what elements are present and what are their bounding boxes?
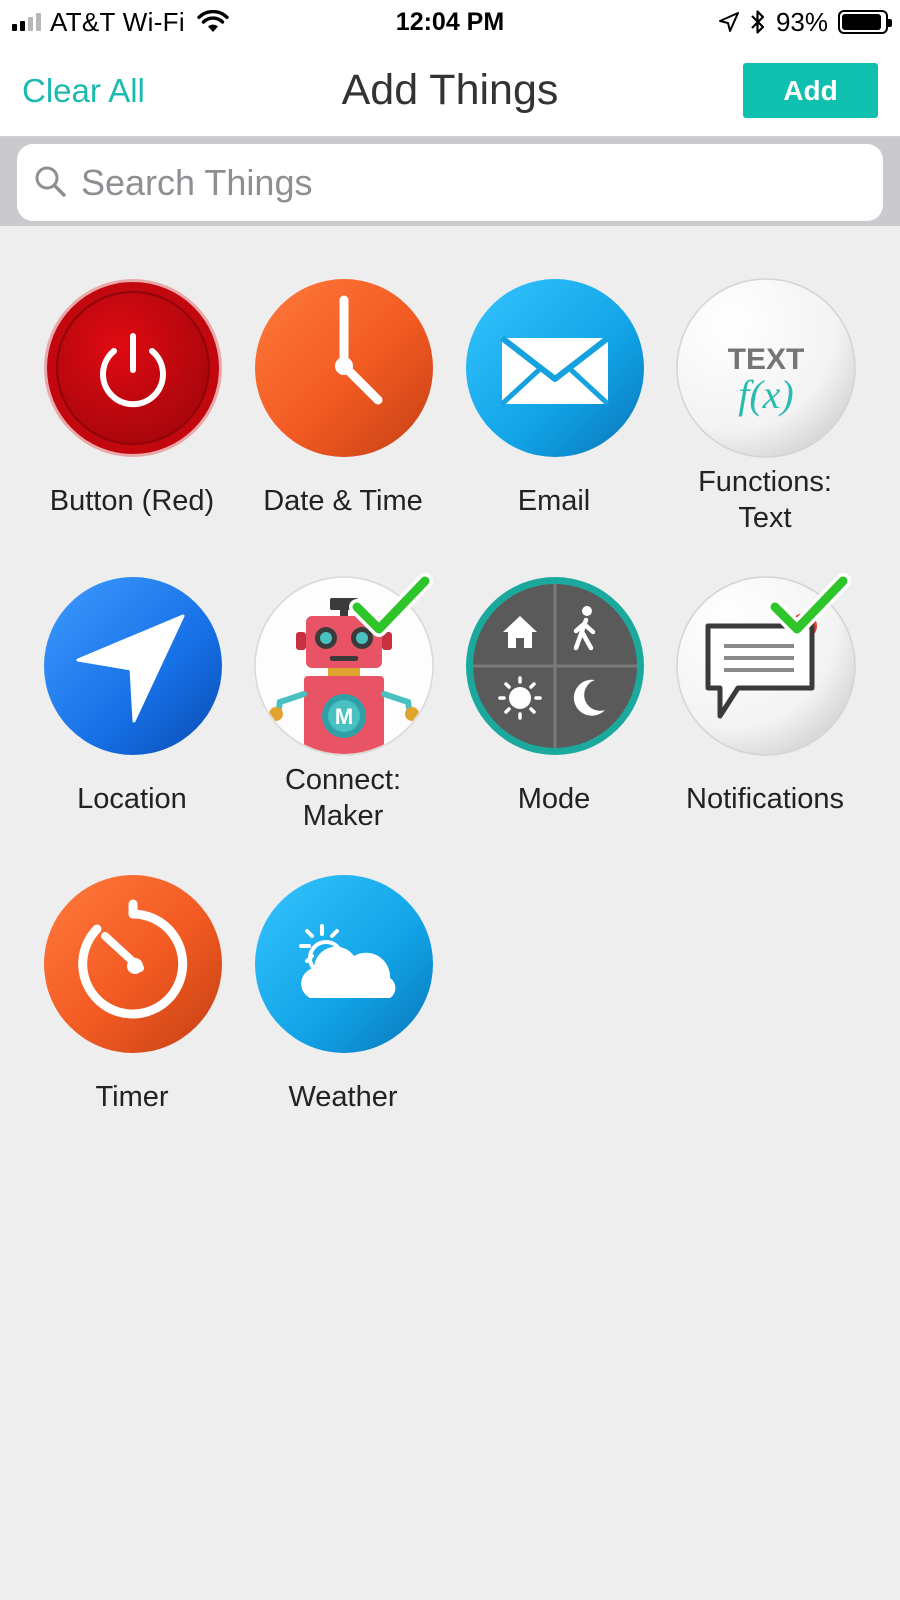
battery-fill xyxy=(842,14,882,30)
weather-cloud-icon xyxy=(254,874,434,1054)
thing-location[interactable]: Location xyxy=(26,576,238,866)
thing-connect-maker[interactable]: M Connect: Maker xyxy=(237,573,449,866)
thing-label: Weather xyxy=(288,1081,398,1113)
thing-email[interactable]: Email xyxy=(448,278,660,568)
thing-label: Date & Time xyxy=(263,485,423,517)
svg-text:M: M xyxy=(335,704,353,729)
thing-timer[interactable]: Timer xyxy=(26,874,238,1164)
thing-weather[interactable]: Weather xyxy=(237,874,449,1164)
battery-icon xyxy=(838,10,892,34)
thing-label: Notifications xyxy=(686,783,844,815)
svg-text:f(x): f(x) xyxy=(738,372,794,417)
location-arrow-icon xyxy=(43,576,223,756)
add-button[interactable]: Add xyxy=(743,63,878,118)
thing-functions-text[interactable]: TEXT f(x) Functions: Text xyxy=(659,278,871,568)
text-function-icon: TEXT f(x) xyxy=(676,278,856,458)
thing-label: Timer xyxy=(95,1081,169,1113)
thing-label: Functions: Text xyxy=(698,466,832,534)
thing-notifications[interactable]: Notifications xyxy=(659,573,871,866)
search-icon xyxy=(35,166,66,197)
clock-icon xyxy=(254,278,434,458)
thing-label: Mode xyxy=(517,783,591,815)
selected-check-icon xyxy=(349,573,433,637)
thing-label: Button (Red) xyxy=(49,485,215,517)
thing-label: Connect: Maker xyxy=(284,764,402,832)
location-services-icon xyxy=(718,12,739,32)
thing-date-time[interactable]: Date & Time xyxy=(237,278,449,568)
status-bar: AT&T Wi-Fi 12:04 PM 93% xyxy=(0,0,900,44)
thing-button-red[interactable]: Button (Red) xyxy=(26,278,238,568)
search-field[interactable] xyxy=(17,144,883,221)
power-button-icon xyxy=(43,278,223,458)
battery-percent: 93% xyxy=(775,6,828,37)
bluetooth-icon xyxy=(751,10,765,34)
envelope-icon xyxy=(465,278,645,458)
thing-label: Email xyxy=(517,485,591,517)
timer-icon xyxy=(43,874,223,1054)
search-bar-container xyxy=(0,138,900,226)
thing-label: Location xyxy=(77,783,187,815)
search-input[interactable] xyxy=(81,154,861,212)
navigation-bar: Clear All Add Things Add xyxy=(0,44,900,138)
status-right: 93% xyxy=(718,6,892,37)
thing-mode[interactable]: Mode xyxy=(448,576,660,866)
selected-check-icon xyxy=(767,573,851,637)
mode-icon xyxy=(465,576,645,756)
